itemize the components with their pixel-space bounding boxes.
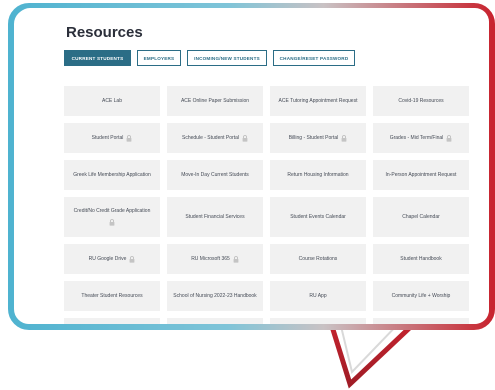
resource-tile[interactable]: Theater Student Resources — [64, 281, 160, 311]
tile-content: ACE Lab — [102, 98, 122, 105]
tile-content: RU Microsoft 365 — [191, 256, 239, 263]
lock-icon — [126, 134, 132, 142]
tile-content: Billing - Student Portal — [289, 135, 347, 142]
tile-content: Schedule - Student Portal — [182, 135, 248, 142]
resource-tile[interactable]: Student Financial Services — [167, 197, 263, 237]
resource-tile[interactable]: Student Portal — [64, 123, 160, 153]
resource-tile[interactable]: ACE Online Paper Submission — [167, 86, 263, 116]
lock-icon — [129, 255, 135, 263]
resource-tile[interactable]: Credit/No Credit Grade Application — [64, 197, 160, 237]
tile-label: Community Life + Worship — [391, 292, 451, 299]
tile-content: Student Portal — [92, 135, 133, 142]
tab-employers[interactable]: EMPLOYERS — [137, 50, 181, 66]
tile-label: Credit/No Credit Grade Application — [73, 208, 151, 214]
tile-content: ACE Tutoring Appointment Request — [279, 98, 358, 105]
tile-content: Community Life + Worship — [392, 293, 451, 300]
tile-content: Course Rotations — [299, 256, 338, 263]
tile-label: Greek Life Membership Application — [73, 171, 151, 178]
tile-label: Chapel Calendar — [402, 213, 440, 220]
tile-label: RU Microsoft 365 — [191, 255, 230, 262]
resource-tile[interactable]: In-Person Appointment Request — [373, 160, 469, 190]
resource-tile[interactable]: Student Events Calendar — [270, 197, 366, 237]
tile-content: RU App — [309, 293, 326, 300]
tile-content: Move-In Day Current Students — [181, 172, 249, 179]
resource-tile[interactable]: ACE Tutoring Appointment Request — [270, 86, 366, 116]
tile-label: Return Housing Information — [287, 171, 349, 178]
lock-icon — [242, 134, 248, 142]
tile-content: Chapel Calendar — [402, 214, 440, 221]
resource-tile[interactable]: RU Google Drive — [64, 244, 160, 274]
lock-icon — [109, 219, 115, 226]
page-title: Resources — [66, 24, 143, 41]
tile-content: School of Nursing 2022-23 Handbook — [173, 293, 256, 300]
tile-label: Student Financial Services — [185, 213, 245, 220]
resource-tile[interactable]: Dining Menu — [64, 318, 160, 324]
tab-current-students[interactable]: CURRENT STUDENTS — [64, 50, 131, 66]
tile-content: Return Housing Information — [287, 172, 348, 179]
tile-content: Covid-19 Resources — [398, 98, 443, 105]
tile-content: Credit/No Credit Grade Application — [74, 208, 151, 215]
tile-label: Grades - Mid Term/Final — [389, 134, 444, 141]
tab-change-reset-password[interactable]: CHANGE/RESET PASSWORD — [273, 50, 355, 66]
lock-icon — [233, 255, 239, 263]
tile-content: Student Events Calendar — [290, 214, 346, 221]
tile-label: Student Portal — [91, 134, 124, 141]
lock-icon — [446, 134, 452, 142]
tile-label: School of Nursing 2022-23 Handbook — [173, 292, 257, 299]
tile-label: Schedule - Student Portal — [182, 134, 239, 141]
tile-content: Grades - Mid Term/Final — [390, 135, 453, 142]
tile-content: Student Handbook — [400, 256, 441, 263]
resource-tile[interactable]: Announcement Request — [270, 318, 366, 324]
tile-label: Theater Student Resources — [81, 292, 143, 299]
tile-label: ACE Online Paper Submission — [180, 97, 250, 104]
resource-tile[interactable]: ACE Lab — [64, 86, 160, 116]
resource-tile[interactable]: Covid-19 Resources — [373, 86, 469, 116]
resource-tile[interactable]: Chapel Calendar — [373, 197, 469, 237]
tile-label: Move-In Day Current Students — [181, 171, 249, 178]
resource-tile[interactable]: Course Rotations — [270, 244, 366, 274]
tile-label: Covid-19 Resources — [398, 97, 444, 104]
resource-tile[interactable]: RU App — [270, 281, 366, 311]
tile-label: ACE Tutoring Appointment Request — [278, 97, 358, 104]
resource-tile[interactable]: School of Nursing 2022-23 Handbook — [167, 281, 263, 311]
tile-label: Course Rotations — [298, 255, 338, 262]
resource-tile[interactable]: Billing - Student Portal — [270, 123, 366, 153]
tile-content: RU Google Drive — [89, 256, 136, 263]
resource-tile[interactable]: RU Microsoft 365 — [167, 244, 263, 274]
tile-label: RU Google Drive — [88, 255, 127, 262]
resource-tile[interactable]: Schedule - Student Portal — [167, 123, 263, 153]
resource-tile[interactable]: Grades - Mid Term/Final — [373, 123, 469, 153]
tile-label: Billing - Student Portal — [288, 134, 339, 141]
tab-incoming-new-students[interactable]: INCOMING/NEW STUDENTS — [187, 50, 267, 66]
resource-tile[interactable]: Move-In Day Current Students — [167, 160, 263, 190]
resource-tile[interactable]: Return Housing Information — [270, 160, 366, 190]
resource-tile[interactable]: Community Life + Worship — [373, 281, 469, 311]
tile-label: Student Events Calendar — [290, 213, 346, 220]
resource-tile[interactable]: Student Employment — [167, 318, 263, 324]
tile-content: Greek Life Membership Application — [73, 172, 151, 179]
resource-tile[interactable]: Greek Life Membership Application — [64, 160, 160, 190]
resources-panel: Resources CURRENT STUDENTS EMPLOYERS INC… — [16, 8, 489, 324]
tile-content: Theater Student Resources — [81, 293, 142, 300]
tile-content: ACE Online Paper Submission — [181, 98, 249, 105]
tile-label: In-Person Appointment Request — [385, 171, 457, 178]
tile-content: In-Person Appointment Request — [386, 172, 457, 179]
tile-label: Student Handbook — [400, 255, 442, 262]
tile-content: Student Financial Services — [185, 214, 244, 221]
resource-tile[interactable]: Student Handbook — [373, 244, 469, 274]
tile-label: RU App — [309, 292, 327, 299]
tile-label: ACE Lab — [101, 97, 122, 104]
resource-tile[interactable]: GPA Calculator — [373, 318, 469, 324]
lock-icon — [341, 134, 347, 142]
